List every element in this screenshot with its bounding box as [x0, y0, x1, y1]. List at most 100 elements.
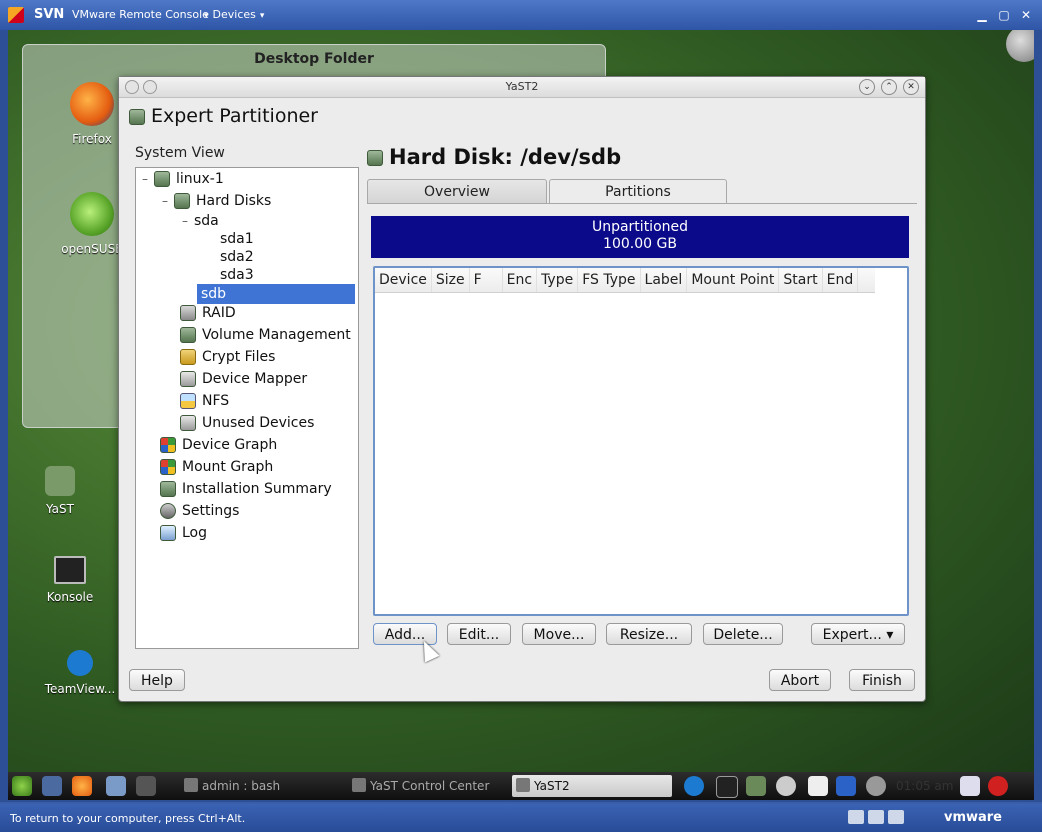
maximize-icon[interactable]: ⌃: [881, 79, 897, 95]
raid-icon: [180, 305, 196, 321]
tree-item-unused-devices[interactable]: Unused Devices: [180, 413, 314, 433]
collapse-icon[interactable]: –: [162, 191, 174, 211]
tree-item-sda[interactable]: – sda: [182, 211, 219, 231]
minimize-icon[interactable]: ⌄: [859, 79, 875, 95]
tree-item-raid[interactable]: RAID: [180, 303, 236, 323]
column-header-start[interactable]: Start: [779, 268, 823, 292]
desktop-icon-label: openSUSE: [61, 242, 123, 256]
close-icon[interactable]: ✕: [1018, 8, 1034, 22]
desktop-icon-label: TeamView...: [44, 682, 116, 696]
yast-desktop-icon[interactable]: YaST: [20, 466, 100, 516]
info-icon[interactable]: [866, 776, 886, 796]
vmware-titlebar: SVN VMware Remote Console ▾ Devices ▾ ▁ ▢ …: [0, 0, 1042, 30]
clipboard-icon[interactable]: [808, 776, 828, 796]
system-view-label: System View: [135, 145, 225, 161]
konsole-icon: [54, 556, 86, 584]
power-icon[interactable]: [988, 776, 1008, 796]
tree-item-device-graph[interactable]: Device Graph: [160, 435, 277, 455]
yast-icon: [516, 778, 530, 792]
collapse-icon[interactable]: –: [182, 211, 194, 231]
column-header-f[interactable]: F: [470, 268, 503, 292]
column-header-fs-type[interactable]: FS Type: [578, 268, 641, 292]
desktop-folder-title: Desktop Folder: [254, 51, 374, 67]
task-bash[interactable]: admin : bash: [180, 775, 340, 797]
abort-button[interactable]: Abort: [769, 669, 831, 691]
clock[interactable]: 01:05 am: [896, 779, 953, 793]
column-header-type[interactable]: Type: [537, 268, 579, 292]
column-header-size[interactable]: Size: [432, 268, 470, 292]
usb-icon[interactable]: [888, 810, 904, 824]
tree-item-device-mapper[interactable]: Device Mapper: [180, 369, 307, 389]
task-yast-control-center[interactable]: YaST Control Center: [348, 775, 498, 797]
minimize-icon[interactable]: ▁: [974, 8, 990, 22]
tree-item-sda1[interactable]: sda1: [220, 229, 254, 249]
device-mapper-icon: [180, 371, 196, 387]
partitions-table[interactable]: Device Size F Enc Type FS Type Label Mou…: [373, 266, 909, 616]
tree-item-label: Device Mapper: [202, 371, 308, 387]
column-header-end[interactable]: End: [823, 268, 859, 292]
tree-item-settings[interactable]: Settings: [160, 501, 239, 521]
edit-button[interactable]: Edit...: [447, 623, 511, 645]
tree-item-nfs[interactable]: NFS: [180, 391, 229, 411]
vmware-app-icon: [8, 7, 24, 23]
tab-overview[interactable]: Overview: [367, 179, 547, 204]
volume-icon[interactable]: [776, 776, 796, 796]
tree-item-label: Unused Devices: [202, 415, 315, 431]
task-yast2[interactable]: YaST2: [512, 775, 672, 797]
close-icon[interactable]: ✕: [903, 79, 919, 95]
kickoff-menu-icon[interactable]: [12, 776, 32, 796]
tree-item-sdb[interactable]: sdb: [197, 284, 355, 304]
graph-icon: [160, 459, 176, 475]
konsole-icon[interactable]: [716, 776, 738, 798]
file-manager-icon[interactable]: [42, 776, 62, 796]
devices-menu[interactable]: ▾ Devices ▾: [200, 8, 268, 21]
system-view-tree[interactable]: – linux-1 – Hard Disks – sda sda1 sda2 sda3…: [135, 167, 359, 649]
tree-item-sda2[interactable]: sda2: [220, 247, 254, 267]
tree-item-hard-disks[interactable]: – Hard Disks: [162, 191, 271, 211]
tree-item-label: sda3: [220, 267, 254, 283]
tab-partitions[interactable]: Partitions: [549, 179, 727, 204]
unpartitioned-label: Unpartitioned: [591, 219, 689, 235]
finish-button[interactable]: Finish: [849, 669, 915, 691]
cashew-icon[interactable]: [1006, 30, 1034, 62]
konsole-desktop-icon[interactable]: Konsole: [30, 556, 110, 604]
column-header-enc[interactable]: Enc: [503, 268, 538, 292]
table-header: Device Size F Enc Type FS Type Label Mou…: [375, 268, 875, 293]
tree-item-label: RAID: [202, 305, 236, 321]
collapse-icon[interactable]: –: [142, 169, 154, 189]
pager-icon[interactable]: [136, 776, 156, 796]
tab-bar: Overview Partitions: [367, 179, 727, 204]
page-title: Expert Partitioner: [129, 105, 318, 127]
teamviewer-desktop-icon[interactable]: TeamView...: [40, 650, 120, 696]
column-header-device[interactable]: Device: [375, 268, 432, 292]
resize-button[interactable]: Resize...: [606, 623, 692, 645]
unpartitioned-bar[interactable]: Unpartitioned 100.00 GB: [371, 216, 909, 258]
column-header-label[interactable]: Label: [641, 268, 688, 292]
tree-item-label: sda1: [220, 231, 254, 247]
mail-icon[interactable]: [106, 776, 126, 796]
tree-item-linux-1[interactable]: – linux-1: [142, 169, 224, 189]
tree-item-label: Volume Management: [202, 327, 351, 343]
tree-item-installation-summary[interactable]: Installation Summary: [160, 479, 332, 499]
nfs-icon: [180, 393, 196, 409]
tree-item-mount-graph[interactable]: Mount Graph: [160, 457, 273, 477]
yast-icon[interactable]: [746, 776, 766, 796]
expert-button[interactable]: Expert... ▾: [811, 623, 905, 645]
update-icon[interactable]: [836, 776, 856, 796]
delete-button[interactable]: Delete...: [703, 623, 783, 645]
column-header-mount-point[interactable]: Mount Point: [687, 268, 780, 292]
tree-item-crypt-files[interactable]: Crypt Files: [180, 347, 275, 367]
network-icon[interactable]: [848, 810, 864, 824]
maximize-icon[interactable]: ▢: [996, 8, 1012, 22]
network-icon[interactable]: [868, 810, 884, 824]
opensuse-icon: [70, 192, 114, 236]
tree-item-sda3[interactable]: sda3: [220, 265, 254, 285]
tree-item-volume-management[interactable]: Volume Management: [180, 325, 351, 345]
lock-screen-icon[interactable]: [960, 776, 980, 796]
move-button[interactable]: Move...: [522, 623, 596, 645]
firefox-icon[interactable]: [72, 776, 92, 796]
teamviewer-icon[interactable]: [684, 776, 704, 796]
tree-item-log[interactable]: Log: [160, 523, 207, 543]
vm-name: SVN: [34, 7, 65, 22]
help-button[interactable]: Help: [129, 669, 185, 691]
